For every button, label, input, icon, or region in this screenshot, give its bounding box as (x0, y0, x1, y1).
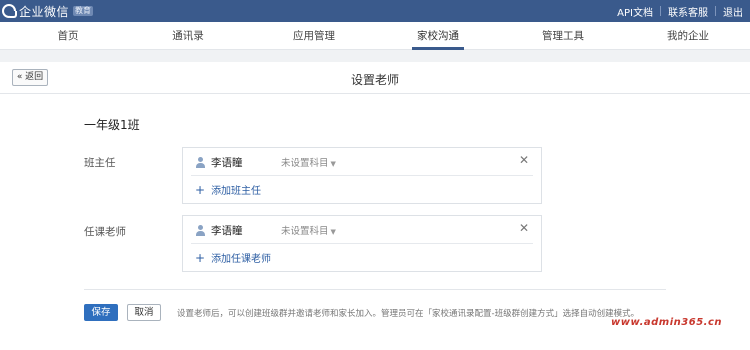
subject-value: 未设置科目 (281, 158, 329, 169)
subject-teacher-card: 李语瞳 未设置科目 ▼ ✕ + 添加任课老师 (182, 215, 542, 272)
remove-teacher-icon[interactable]: ✕ (519, 153, 529, 167)
add-head-teacher-label: 添加班主任 (211, 186, 262, 197)
page-title: 设置老师 (350, 73, 399, 87)
api-docs-link[interactable]: API文档 (610, 4, 660, 19)
subject-value: 未设置科目 (281, 226, 329, 237)
caret-down-icon: ▼ (330, 228, 336, 236)
logout-link[interactable]: 退出 (716, 4, 750, 19)
divider (84, 289, 666, 290)
subject-select[interactable]: 未设置科目 ▼ (281, 155, 336, 169)
nav-home-school[interactable]: 家校沟通 (412, 22, 464, 50)
teacher-name: 李语瞳 (211, 156, 243, 169)
page-header: « 返回 设置老师 (0, 62, 750, 94)
head-teacher-label: 班主任 (84, 157, 116, 169)
edition-badge: 教育 (73, 6, 94, 16)
divider (191, 243, 533, 244)
nav-home[interactable]: 首页 (48, 22, 88, 50)
subject-teacher-label: 任课老师 (84, 226, 126, 238)
save-button[interactable]: 保存 (84, 304, 118, 321)
user-icon (195, 156, 205, 168)
teacher-entry: 李语瞳 (195, 154, 243, 170)
divider (191, 175, 533, 176)
add-subject-teacher-label: 添加任课老师 (211, 254, 272, 265)
hint-text: 设置老师后，可以创建班级群并邀请老师和家长加入。管理员可在「家校通讯录配置-班级… (177, 309, 640, 319)
plus-icon: + (195, 250, 206, 265)
class-name: 一年级1班 (84, 118, 140, 132)
nav-app-management[interactable]: 应用管理 (288, 22, 340, 50)
teacher-name: 李语瞳 (211, 224, 243, 237)
contact-support-link[interactable]: 联系客服 (661, 4, 715, 19)
head-teacher-card: 李语瞳 未设置科目 ▼ ✕ + 添加班主任 (182, 147, 542, 204)
remove-teacher-icon[interactable]: ✕ (519, 221, 529, 235)
main-nav: 首页 通讯录 应用管理 家校沟通 管理工具 我的企业 (0, 22, 750, 50)
wechat-work-logo-icon (2, 4, 17, 18)
watermark: www.admin365.cn (611, 317, 722, 328)
nav-spacer (0, 50, 750, 62)
plus-icon: + (195, 182, 206, 197)
logo[interactable]: 企业微信 教育 (2, 3, 94, 19)
logo-text: 企业微信 (19, 4, 70, 19)
nav-contacts[interactable]: 通讯录 (168, 22, 208, 50)
teacher-entry: 李语瞳 (195, 222, 243, 238)
top-bar: 企业微信 教育 API文档 联系客服 退出 (0, 0, 750, 22)
user-icon (195, 224, 205, 236)
nav-my-enterprise[interactable]: 我的企业 (662, 22, 714, 50)
caret-down-icon: ▼ (330, 160, 336, 168)
cancel-button[interactable]: 取消 (127, 304, 161, 321)
add-head-teacher-button[interactable]: + 添加班主任 (195, 182, 262, 198)
subject-select[interactable]: 未设置科目 ▼ (281, 223, 336, 237)
nav-management-tools[interactable]: 管理工具 (537, 22, 589, 50)
add-subject-teacher-button[interactable]: + 添加任课老师 (195, 250, 272, 266)
top-links: API文档 联系客服 退出 (610, 0, 750, 22)
